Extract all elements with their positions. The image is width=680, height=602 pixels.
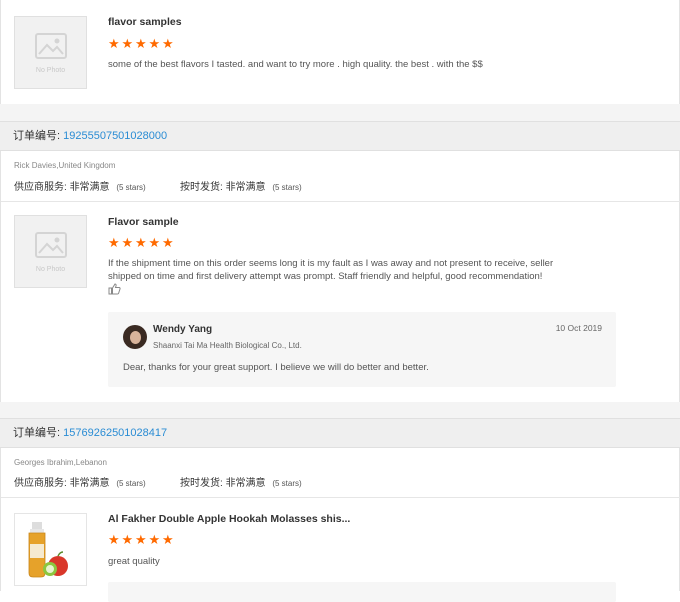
- review-title: Flavor sample: [108, 216, 179, 228]
- review-card-1: No Photo flavor samples ★ ★ ★ ★ ★ some o…: [0, 0, 680, 104]
- star-icon: ★: [121, 235, 134, 250]
- supplier-service-label: 供应商服务:: [14, 182, 67, 193]
- star-icon: ★: [135, 235, 147, 250]
- divider: [1, 497, 680, 498]
- star-icon: ★: [148, 235, 161, 250]
- order-number-link[interactable]: 19255507501028000: [63, 130, 167, 142]
- on-time-label: 按时发货:: [180, 182, 223, 193]
- thumbs-up-icon[interactable]: [108, 283, 121, 298]
- rating-stars: ★ ★ ★ ★ ★: [108, 532, 174, 548]
- star-icon: ★: [162, 235, 174, 250]
- review-card-2: Rick Davies,United Kingdom 供应商服务: 非常满意 (…: [0, 151, 680, 402]
- star-icon: ★: [108, 36, 120, 51]
- order-label: 订单编号:: [13, 427, 61, 439]
- on-time-stars: (5 stars): [272, 479, 302, 488]
- no-photo-label: No Photo: [35, 67, 66, 74]
- on-time-rating: 按时发货: 非常满意 (5 stars): [180, 178, 302, 193]
- on-time-value: 非常满意: [225, 182, 266, 193]
- rating-stars: ★ ★ ★ ★ ★: [108, 235, 174, 251]
- star-icon: ★: [148, 36, 161, 51]
- buyer-name: Rick Davies,United Kingdom: [14, 161, 116, 170]
- seller-ratings: 供应商服务: 非常满意 (5 stars) 按时发货: 非常满意 (5 star…: [14, 178, 302, 193]
- rating-stars: ★ ★ ★ ★ ★: [108, 36, 174, 52]
- seller-reply: [108, 582, 616, 602]
- on-time-value: 非常满意: [225, 478, 266, 489]
- on-time-stars: (5 stars): [272, 183, 302, 192]
- apple-bottle-image: [28, 522, 68, 578]
- no-photo-label: No Photo: [35, 266, 66, 273]
- order-bar: 订单编号: 19255507501028000: [0, 121, 680, 151]
- seller-ratings: 供应商服务: 非常满意 (5 stars) 按时发货: 非常满意 (5 star…: [14, 474, 302, 489]
- supplier-service-label: 供应商服务:: [14, 478, 67, 489]
- review-text: great quality: [108, 556, 160, 567]
- star-icon: ★: [148, 532, 161, 547]
- reply-author-name: Wendy Yang: [153, 324, 213, 335]
- star-icon: ★: [162, 532, 174, 547]
- star-icon: ★: [162, 36, 174, 51]
- image-placeholder-icon: [35, 232, 67, 258]
- supplier-service-stars: (5 stars): [116, 183, 146, 192]
- product-image[interactable]: [14, 513, 87, 586]
- seller-reply: Wendy Yang Shaanxi Tai Ma Health Biologi…: [108, 312, 616, 387]
- order-bar: 订单编号: 15769262501028417: [0, 418, 680, 448]
- star-icon: ★: [135, 532, 147, 547]
- no-photo-thumbnail: No Photo: [14, 215, 87, 288]
- order-label: 订单编号:: [13, 130, 61, 142]
- avatar: [123, 325, 147, 349]
- buyer-name: Georges Ibrahim,Lebanon: [14, 458, 107, 467]
- supplier-service-value: 非常满意: [69, 478, 110, 489]
- supplier-service-stars: (5 stars): [116, 479, 146, 488]
- divider: [1, 201, 680, 202]
- image-placeholder-icon: [35, 33, 67, 59]
- star-icon: ★: [108, 532, 120, 547]
- on-time-rating: 按时发货: 非常满意 (5 stars): [180, 474, 302, 489]
- star-icon: ★: [108, 235, 120, 250]
- card-gap: [0, 402, 680, 418]
- review-text: some of the best flavors I tasted. and w…: [108, 59, 483, 70]
- card-gap: [0, 104, 680, 121]
- reply-company: Shaanxi Tai Ma Health Biological Co., Lt…: [153, 341, 302, 350]
- star-icon: ★: [121, 532, 134, 547]
- review-card-3: Georges Ibrahim,Lebanon 供应商服务: 非常满意 (5 s…: [0, 448, 680, 602]
- no-photo-thumbnail: No Photo: [14, 16, 87, 89]
- review-text: If the shipment time on this order seems…: [108, 258, 554, 282]
- review-title[interactable]: Al Fakher Double Apple Hookah Molasses s…: [108, 513, 350, 525]
- review-title: flavor samples: [108, 16, 182, 28]
- star-icon: ★: [121, 36, 134, 51]
- reply-date: 10 Oct 2019: [555, 323, 602, 333]
- star-icon: ★: [135, 36, 147, 51]
- supplier-service-value: 非常满意: [69, 182, 110, 193]
- on-time-label: 按时发货:: [180, 478, 223, 489]
- order-number-link[interactable]: 15769262501028417: [63, 427, 167, 439]
- reply-message: Dear, thanks for your great support. I b…: [123, 362, 429, 373]
